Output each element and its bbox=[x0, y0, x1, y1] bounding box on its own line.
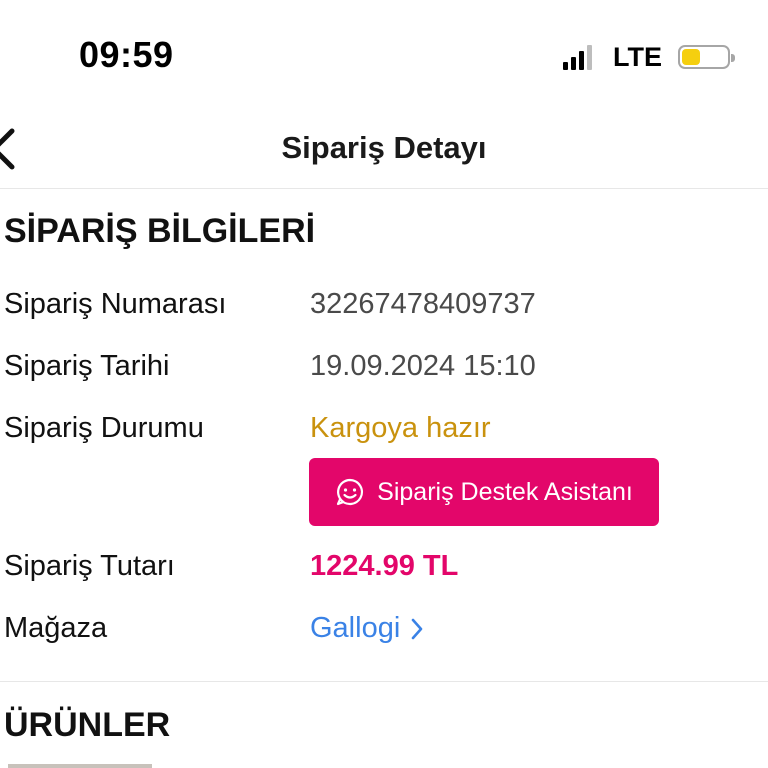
page-title: Sipariş Detayı bbox=[281, 130, 487, 165]
battery-low-icon bbox=[678, 45, 735, 69]
signal-bars-icon bbox=[563, 44, 595, 70]
section-divider bbox=[0, 681, 768, 682]
store-name: Gallogi bbox=[310, 612, 401, 644]
order-number-value: 32267478409737 bbox=[310, 288, 536, 320]
status-indicators: LTE bbox=[563, 40, 735, 74]
order-total-row: Sipariş Tutarı 1224.99 TL bbox=[0, 550, 768, 590]
order-date-label: Sipariş Tarihi bbox=[4, 350, 170, 382]
battery-level bbox=[682, 49, 700, 65]
order-detail-screen: 09:59 LTE Sipariş Detayı SİPARİŞ BİLGİLE… bbox=[0, 0, 768, 768]
order-status-row: Sipariş Durumu Kargoya hazır bbox=[0, 412, 768, 452]
chat-smile-icon bbox=[337, 478, 364, 506]
order-status-value: Kargoya hazır bbox=[310, 412, 491, 444]
order-total-value: 1224.99 TL bbox=[310, 550, 459, 582]
status-bar: 09:59 LTE bbox=[0, 0, 768, 110]
navigation-bar: Sipariş Detayı bbox=[0, 110, 768, 189]
order-total-label: Sipariş Tutarı bbox=[4, 550, 175, 582]
store-link[interactable]: Gallogi bbox=[310, 612, 424, 645]
store-label: Mağaza bbox=[4, 612, 108, 644]
status-time: 09:59 bbox=[79, 34, 174, 75]
support-button-label: Sipariş Destek Asistanı bbox=[377, 477, 633, 506]
product-image[interactable] bbox=[8, 764, 152, 768]
order-date-value: 19.09.2024 15:10 bbox=[310, 350, 536, 382]
order-number-row: Sipariş Numarası 32267478409737 bbox=[0, 288, 768, 328]
order-status-label: Sipariş Durumu bbox=[4, 412, 204, 444]
products-section-title: ÜRÜNLER bbox=[4, 706, 171, 744]
network-type: LTE bbox=[613, 41, 662, 72]
store-row: Mağaza Gallogi bbox=[0, 612, 768, 652]
chevron-right-icon bbox=[411, 618, 423, 639]
order-date-row: Sipariş Tarihi 19.09.2024 15:10 bbox=[0, 350, 768, 390]
order-support-assistant-button[interactable]: Sipariş Destek Asistanı bbox=[309, 458, 659, 526]
order-info-section-title: SİPARİŞ BİLGİLERİ bbox=[4, 212, 316, 250]
battery-cap bbox=[731, 54, 735, 62]
order-number-label: Sipariş Numarası bbox=[4, 288, 227, 320]
